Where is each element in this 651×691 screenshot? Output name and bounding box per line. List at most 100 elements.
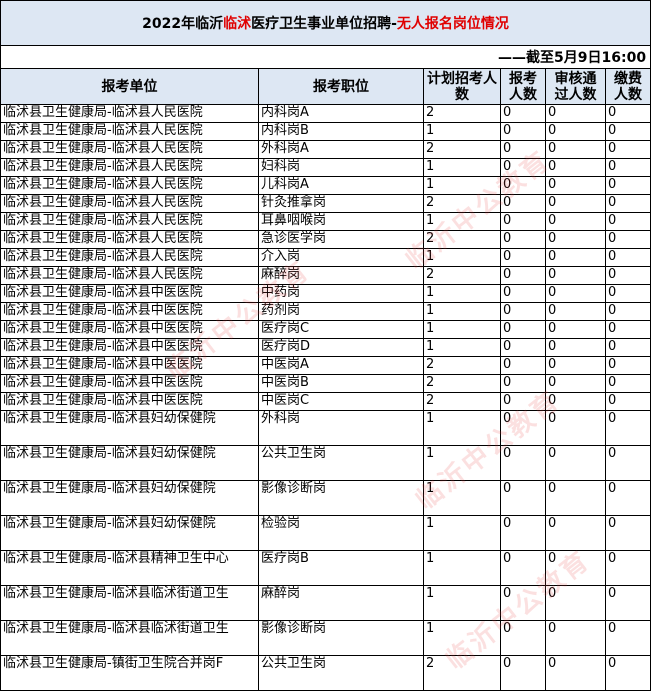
cell-applied: 0 xyxy=(500,374,546,393)
cell-approved: 0 xyxy=(545,655,606,691)
cell-plan: 2 xyxy=(423,104,501,123)
table-row: 临沭县卫生健康局-临沭县临沭街道卫生 麻醉岗 1 0 0 0 xyxy=(0,585,651,621)
table-row: 临沭县卫生健康局-临沭县妇幼保健院 公共卫生岗 1 0 0 0 xyxy=(0,445,651,481)
cell-unit: 临沭县卫生健康局-临沭县人民医院 xyxy=(0,212,259,231)
table-row: 临沭县卫生健康局-临沭县中医医院 中医岗B 2 0 0 0 xyxy=(0,374,651,393)
title-highlight-status: 无人报名岗位情况 xyxy=(396,16,509,32)
cell-paid: 0 xyxy=(604,585,651,621)
cell-paid: 0 xyxy=(604,550,651,586)
cell-plan: 2 xyxy=(423,655,501,691)
cell-unit: 临沭县卫生健康局-临沭县临沭街道卫生 xyxy=(0,585,259,621)
cell-paid: 0 xyxy=(604,445,651,481)
cell-position: 医疗岗C xyxy=(258,320,424,339)
cell-position: 内科岗A xyxy=(258,104,424,123)
cell-paid: 0 xyxy=(604,122,651,141)
cell-unit: 临沭县卫生健康局-临沭县精神卫生中心 xyxy=(0,550,259,586)
cell-unit: 临沭县卫生健康局-临沭县中医医院 xyxy=(0,320,259,339)
cell-paid: 0 xyxy=(604,338,651,357)
cell-plan: 2 xyxy=(423,392,501,411)
table-row: 临沭县卫生健康局-临沭县精神卫生中心 医疗岗B 1 0 0 0 xyxy=(0,550,651,586)
table-row: 临沭县卫生健康局-临沭县人民医院 急诊医学岗 2 0 0 0 xyxy=(0,230,651,249)
cell-approved: 0 xyxy=(545,248,606,267)
table-row: 临沭县卫生健康局-临沭县人民医院 针灸推拿岗 2 0 0 0 xyxy=(0,194,651,213)
cell-paid: 0 xyxy=(604,356,651,375)
table-row: 临沭县卫生健康局-临沭县中医医院 药剂岗 1 0 0 0 xyxy=(0,302,651,321)
table-row: 临沭县卫生健康局-临沭县人民医院 外科岗A 2 0 0 0 xyxy=(0,140,651,159)
cell-paid: 0 xyxy=(604,194,651,213)
cell-plan: 2 xyxy=(423,194,501,213)
cell-approved: 0 xyxy=(545,410,606,446)
cell-applied: 0 xyxy=(500,480,546,516)
cell-unit: 临沭县卫生健康局-临沭县妇幼保健院 xyxy=(0,515,259,551)
cell-applied: 0 xyxy=(500,212,546,231)
table-row: 临沭县卫生健康局-临沭县妇幼保健院 检验岗 1 0 0 0 xyxy=(0,515,651,551)
cell-unit: 临沭县卫生健康局-临沭县临沭街道卫生 xyxy=(0,620,259,656)
cell-applied: 0 xyxy=(500,392,546,411)
cell-position: 麻醉岗 xyxy=(258,585,424,621)
header-row: 报考单位 报考职位 计划招考人数 报考人数 审核通过人数 缴费人数 xyxy=(0,68,651,105)
cell-paid: 0 xyxy=(604,104,651,123)
table-row: 临沭县卫生健康局-临沭县中医医院 中药岗 1 0 0 0 xyxy=(0,284,651,303)
cell-position: 中药岗 xyxy=(258,284,424,303)
header-paid: 缴费人数 xyxy=(604,68,651,105)
cell-plan: 1 xyxy=(423,338,501,357)
cell-applied: 0 xyxy=(500,356,546,375)
cell-paid: 0 xyxy=(604,212,651,231)
cell-applied: 0 xyxy=(500,122,546,141)
table-row: 临沭县卫生健康局-镇街卫生院合并岗F 公共卫生岗 2 0 0 0 xyxy=(0,655,651,691)
cell-approved: 0 xyxy=(545,122,606,141)
cell-paid: 0 xyxy=(604,410,651,446)
cell-applied: 0 xyxy=(500,655,546,691)
table-row: 临沭县卫生健康局-临沭县人民医院 介入岗 1 0 0 0 xyxy=(0,248,651,267)
cell-paid: 0 xyxy=(604,392,651,411)
cell-applied: 0 xyxy=(500,104,546,123)
cell-position: 儿科岗A xyxy=(258,176,424,195)
cell-applied: 0 xyxy=(500,410,546,446)
cell-plan: 2 xyxy=(423,266,501,285)
cell-position: 检验岗 xyxy=(258,515,424,551)
cell-applied: 0 xyxy=(500,445,546,481)
header-unit: 报考单位 xyxy=(0,68,259,105)
cell-position: 妇科岗 xyxy=(258,158,424,177)
cell-applied: 0 xyxy=(500,620,546,656)
cell-plan: 1 xyxy=(423,284,501,303)
cell-applied: 0 xyxy=(500,248,546,267)
table-row: 临沭县卫生健康局-临沭县临沭街道卫生 影像诊断岗 1 0 0 0 xyxy=(0,620,651,656)
cell-approved: 0 xyxy=(545,230,606,249)
cell-position: 内科岗B xyxy=(258,122,424,141)
cell-plan: 1 xyxy=(423,212,501,231)
cell-plan: 1 xyxy=(423,515,501,551)
cell-applied: 0 xyxy=(500,585,546,621)
cell-plan: 1 xyxy=(423,122,501,141)
cell-position: 公共卫生岗 xyxy=(258,655,424,691)
cell-paid: 0 xyxy=(604,320,651,339)
cell-approved: 0 xyxy=(545,158,606,177)
cell-position: 外科岗A xyxy=(258,140,424,159)
cell-unit: 临沭县卫生健康局-临沭县人民医院 xyxy=(0,266,259,285)
cell-unit: 临沭县卫生健康局-临沭县中医医院 xyxy=(0,284,259,303)
cell-applied: 0 xyxy=(500,266,546,285)
cell-unit: 临沭县卫生健康局-临沭县中医医院 xyxy=(0,392,259,411)
cell-plan: 2 xyxy=(423,374,501,393)
cell-unit: 临沭县卫生健康局-临沭县人民医院 xyxy=(0,122,259,141)
cell-paid: 0 xyxy=(604,620,651,656)
cell-plan: 1 xyxy=(423,620,501,656)
cell-plan: 1 xyxy=(423,445,501,481)
cell-unit: 临沭县卫生健康局-临沭县妇幼保健院 xyxy=(0,445,259,481)
cell-approved: 0 xyxy=(545,515,606,551)
cell-paid: 0 xyxy=(604,655,651,691)
cell-approved: 0 xyxy=(545,284,606,303)
cell-paid: 0 xyxy=(604,284,651,303)
cell-unit: 临沭县卫生健康局-临沭县人民医院 xyxy=(0,248,259,267)
table-row: 临沭县卫生健康局-临沭县人民医院 麻醉岗 2 0 0 0 xyxy=(0,266,651,285)
cell-unit: 临沭县卫生健康局-镇街卫生院合并岗F xyxy=(0,655,259,691)
cell-approved: 0 xyxy=(545,194,606,213)
cell-unit: 临沭县卫生健康局-临沭县中医医院 xyxy=(0,374,259,393)
cell-applied: 0 xyxy=(500,550,546,586)
table-row: 临沭县卫生健康局-临沭县中医医院 医疗岗C 1 0 0 0 xyxy=(0,320,651,339)
page-title: 2022年临沂临沭医疗卫生事业单位招聘-无人报名岗位情况 xyxy=(0,0,651,46)
table-row: 临沭县卫生健康局-临沭县人民医院 妇科岗 1 0 0 0 xyxy=(0,158,651,177)
cell-applied: 0 xyxy=(500,338,546,357)
cell-position: 医疗岗D xyxy=(258,338,424,357)
cell-approved: 0 xyxy=(545,620,606,656)
